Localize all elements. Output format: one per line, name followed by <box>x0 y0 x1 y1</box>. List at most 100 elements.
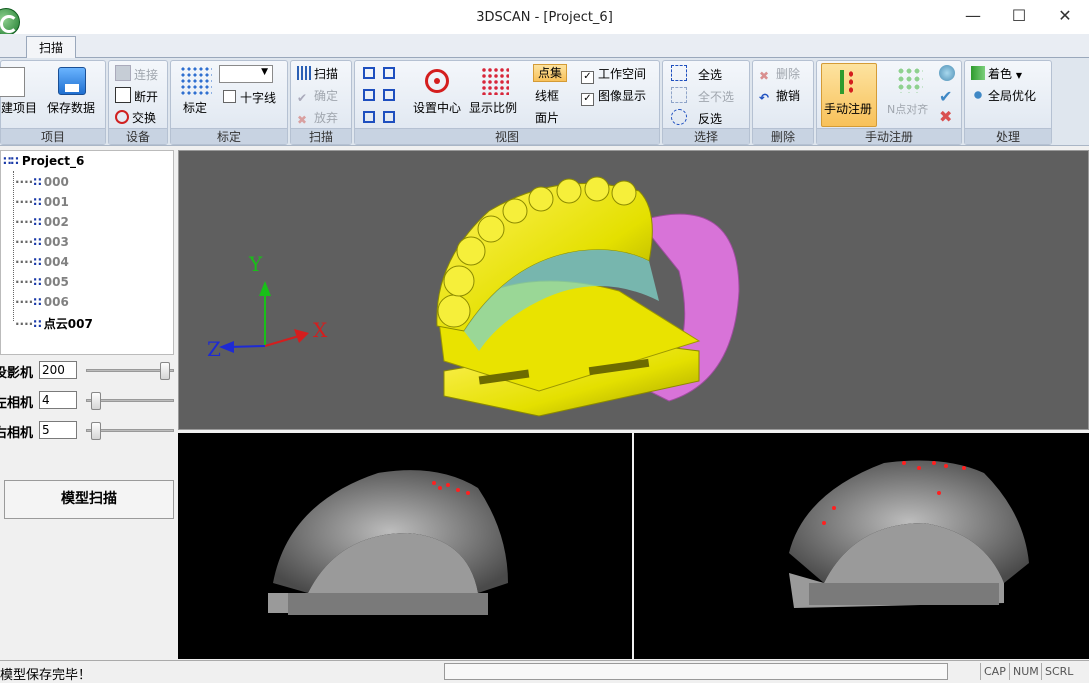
disconnect-button[interactable]: 断开 <box>115 87 158 105</box>
left-cam-value-input[interactable]: 4 <box>39 391 77 409</box>
show-scale-button[interactable]: 显示比例 <box>469 99 517 116</box>
show-scale-icon <box>481 67 509 95</box>
tree-node-icon: ∷ <box>33 215 44 229</box>
projector-value-input[interactable]: 200 <box>39 361 77 379</box>
scan-button[interactable]: 扫描 <box>297 65 338 82</box>
close-button[interactable]: ✕ <box>1042 0 1088 32</box>
undo-icon: ↶ <box>759 91 770 105</box>
tree-root[interactable]: ∷∷ Project_6 <box>3 154 84 168</box>
select-rect-icon <box>671 65 687 81</box>
tree-item[interactable]: ····∷ 004 <box>15 255 69 269</box>
select-all-button[interactable]: 全选 <box>671 65 722 83</box>
checkmark-icon[interactable]: ✔ <box>939 87 952 106</box>
save-icon <box>58 67 86 95</box>
wireframe-button[interactable]: 线框 <box>535 87 559 104</box>
calibration-grid-icon <box>180 66 212 96</box>
discard-button[interactable]: ✖ 放弃 <box>297 109 338 127</box>
tree-item-label: 006 <box>43 295 69 309</box>
chevron-down-icon: ▼ <box>261 67 268 77</box>
global-optimize-icon <box>971 88 985 102</box>
tree-item[interactable]: ····∷ 006 <box>15 295 69 309</box>
undo-button[interactable]: ↶ 撤销 <box>759 87 800 105</box>
x-mark-icon[interactable]: ✖ <box>939 107 952 126</box>
image-display-checkbox[interactable]: ✓ 图像显示 <box>581 87 646 106</box>
tree-connector: ···· <box>15 317 34 331</box>
tree-item[interactable]: ····∷ 点云007 <box>15 315 93 332</box>
window-title: 3DSCAN - [Project_6] <box>476 10 613 25</box>
view-orientation-cubes[interactable] <box>361 65 401 127</box>
tree-item[interactable]: ····∷ 005 <box>15 275 69 289</box>
left-base-front <box>288 593 488 615</box>
patch-button[interactable]: 面片 <box>535 109 559 126</box>
group-device: 连接 断开 交换 设备 <box>108 60 168 145</box>
checkmark-icon: ✔ <box>297 91 308 105</box>
group-select: 全选 全不选 反选 选择 <box>662 60 750 145</box>
3d-viewport[interactable]: Y X Z <box>178 150 1089 430</box>
right-cam-value-input[interactable]: 5 <box>39 421 77 439</box>
axis-label-x: X <box>313 318 328 342</box>
tree-connector: ···· <box>15 195 34 209</box>
right-camera-image <box>789 460 1029 608</box>
left-camera-view[interactable] <box>178 433 632 659</box>
global-optimize-button[interactable]: 全局优化 <box>971 87 1036 104</box>
project-tree: ∷∷ Project_6 ····∷ 000 ····∷ 001 ····∷ 002… <box>0 150 174 355</box>
tree-item-label: 002 <box>43 215 69 229</box>
maximize-button[interactable]: ☐ <box>996 0 1042 32</box>
globe-icon[interactable] <box>939 65 955 81</box>
tree-item[interactable]: ····∷ 003 <box>15 235 69 249</box>
right-camera-view[interactable] <box>634 433 1089 659</box>
cap-indicator: CAP <box>980 663 1009 680</box>
tree-connector: ···· <box>15 215 34 229</box>
connect-icon <box>115 65 131 81</box>
tree-node-icon: ∷ <box>33 317 44 331</box>
swap-button[interactable]: 交换 <box>115 109 156 126</box>
tree-node-icon: ∷ <box>33 275 44 289</box>
status-progress-bar <box>444 663 948 680</box>
select-none-button[interactable]: 全不选 <box>671 87 734 105</box>
group-label-device: 设备 <box>109 128 167 144</box>
projector-slider-thumb[interactable] <box>160 362 170 380</box>
color-button[interactable]: 着色 ▼ <box>971 65 1022 82</box>
workspace-checkbox[interactable]: ✓ 工作空间 <box>581 65 646 84</box>
manual-register-label: 手动注册 <box>824 102 873 116</box>
axis-label-z: Z <box>207 337 221 361</box>
tree-connector: ···· <box>15 175 34 189</box>
group-label-delete: 删除 <box>753 128 813 144</box>
new-project-button[interactable]: 建项目 <box>1 99 37 116</box>
select-arrow-icon <box>671 87 687 103</box>
3d-scene: Y X Z <box>207 176 740 417</box>
connect-button[interactable]: 连接 <box>115 65 158 83</box>
group-view: 设置中心 显示比例 点集 线框 面片 ✓ 工作空间 ✓ 图像显示 视图 <box>354 60 660 145</box>
tab-scan[interactable]: 扫描 <box>26 36 76 59</box>
left-camera-image <box>268 470 508 615</box>
minimize-button[interactable]: — <box>950 0 996 32</box>
right-cam-slider-thumb[interactable] <box>91 422 101 440</box>
save-data-button[interactable]: 保存数据 <box>47 99 95 116</box>
manual-register-button[interactable]: 手动注册 <box>821 63 877 127</box>
invert-select-button[interactable]: 反选 <box>671 109 722 127</box>
model-scan-button[interactable]: 模型扫描 <box>4 480 174 519</box>
group-label-calibration: 标定 <box>171 128 287 144</box>
tree-node-icon: ∷ <box>33 175 44 189</box>
point-set-button[interactable]: 点集 <box>533 64 567 82</box>
tree-item[interactable]: ····∷ 001 <box>15 195 69 209</box>
left-cam-slider-thumb[interactable] <box>91 392 101 410</box>
new-project-icon <box>0 67 25 97</box>
calibrate-button[interactable]: 标定 <box>183 99 207 116</box>
tree-connector: ···· <box>15 255 34 269</box>
set-center-button[interactable]: 设置中心 <box>413 99 461 116</box>
group-delete: ✖ 删除 ↶ 撤销 删除 <box>752 60 814 145</box>
tree-item-label: 001 <box>43 195 69 209</box>
crosshair-checkbox[interactable]: 十字线 <box>223 89 276 106</box>
tree-item-label: 005 <box>43 275 69 289</box>
delete-button[interactable]: ✖ 删除 <box>759 65 800 83</box>
tree-item[interactable]: ····∷ 002 <box>15 215 69 229</box>
scrl-indicator: SCRL <box>1041 663 1076 680</box>
tree-item[interactable]: ····∷ 000 <box>15 175 69 189</box>
calibration-dropdown[interactable]: ▼ <box>219 65 273 83</box>
tree-connector: ···· <box>15 235 34 249</box>
tree-connector: ···· <box>15 275 34 289</box>
n-point-align-button[interactable]: N点对齐 <box>887 101 928 117</box>
x-mark-icon: ✖ <box>759 69 770 83</box>
confirm-button[interactable]: ✔ 确定 <box>297 87 338 105</box>
